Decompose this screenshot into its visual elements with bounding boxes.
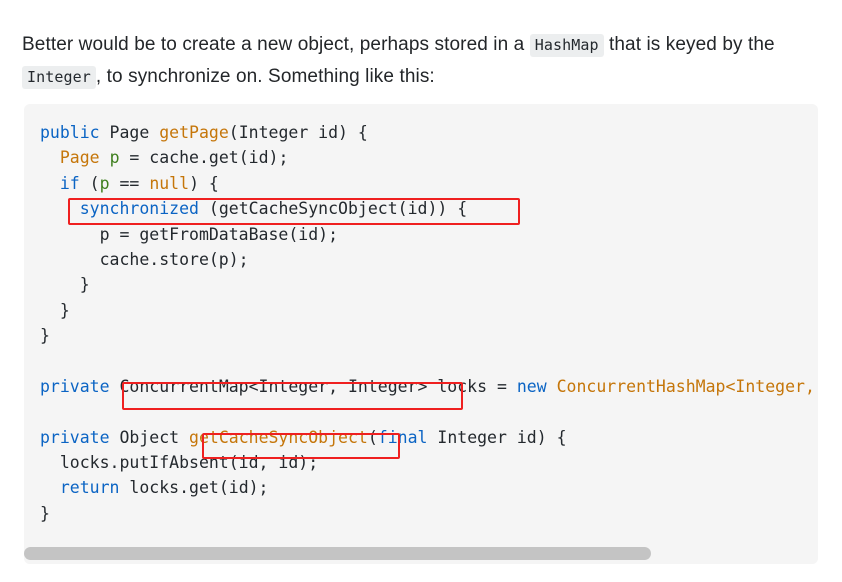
code-token: return [59, 478, 120, 498]
code-token: Object [109, 427, 190, 447]
inline-code-hashmap: HashMap [529, 34, 604, 57]
code-token: cache.store(p); [40, 249, 249, 269]
code-token: ( [367, 427, 378, 447]
code-token: private [40, 376, 110, 396]
code-token: private [40, 427, 110, 447]
code-token: (getCacheSyncObject(id)) { [198, 199, 468, 219]
horizontal-scrollbar-thumb[interactable] [24, 547, 652, 560]
inline-code-integer: Integer [22, 66, 96, 89]
code-token: synchronized [79, 199, 199, 219]
code-token: (Integer id) { [228, 123, 368, 142]
code-token: == [109, 173, 150, 193]
code-line: } [40, 272, 818, 297]
code-line: } [40, 323, 818, 348]
code-block[interactable]: public Page getPage(Integer id) { Page p… [24, 104, 818, 564]
code-token: public [40, 123, 100, 142]
code-line: locks.putIfAbsent(id, id); [40, 450, 818, 475]
code-content: public Page getPage(Integer id) { Page p… [24, 104, 818, 526]
code-token: p [99, 173, 110, 193]
code-line: } [40, 298, 818, 323]
code-token: null [149, 173, 190, 193]
code-token: = cache.get(id); [119, 148, 289, 168]
intro-paragraph: Better would be to create a new object, … [22, 29, 822, 93]
code-line: } [40, 501, 818, 526]
paragraph-text-part-3: , to synchronize on. Something like this… [95, 66, 435, 87]
code-token: ConcurrentHashMap<Integer, Integer>(); [556, 376, 815, 396]
code-token: if [59, 173, 80, 193]
code-token: } [40, 503, 50, 523]
code-token: getCacheSyncObject [189, 427, 368, 447]
code-token: ConcurrentMap<Integer, Integer> locks = [109, 376, 517, 396]
code-line: cache.store(p); [40, 247, 818, 272]
code-token: } [40, 326, 50, 346]
paragraph-text-part-1: Better would be to create a new object, … [22, 34, 530, 55]
code-token: locks.get(id); [119, 478, 269, 498]
horizontal-scrollbar-track[interactable] [24, 542, 818, 564]
code-line: private Object getCacheSyncObject(final … [40, 425, 818, 450]
code-token: locks.putIfAbsent(id, id); [40, 453, 319, 473]
code-line: return locks.get(id); [40, 475, 818, 500]
code-token: ( [79, 173, 100, 193]
code-token: new [516, 376, 547, 396]
code-token: Integer id) { [427, 427, 567, 447]
code-line: public Page getPage(Integer id) { [40, 120, 818, 145]
code-line: Page p = cache.get(id); [40, 145, 818, 170]
code-token: } [40, 275, 90, 295]
code-token: p = getFromDataBase(id); [40, 224, 339, 244]
code-token: } [40, 300, 70, 320]
code-token: Page [109, 123, 150, 142]
code-token: final [377, 427, 428, 447]
code-line: synchronized (getCacheSyncObject(id)) { [40, 196, 818, 221]
code-line: p = getFromDataBase(id); [40, 222, 818, 247]
paragraph-text-part-2: that is keyed by the [603, 34, 781, 55]
code-token: getPage [159, 123, 229, 142]
code-line: if (p == null) { [40, 171, 818, 196]
code-token: ) { [189, 173, 219, 193]
code-scroll-viewport[interactable]: public Page getPage(Integer id) { Page p… [24, 104, 818, 564]
code-token: p [109, 148, 120, 168]
code-line: private ConcurrentMap<Integer, Integer> … [40, 374, 818, 399]
code-token: Page [59, 148, 100, 168]
